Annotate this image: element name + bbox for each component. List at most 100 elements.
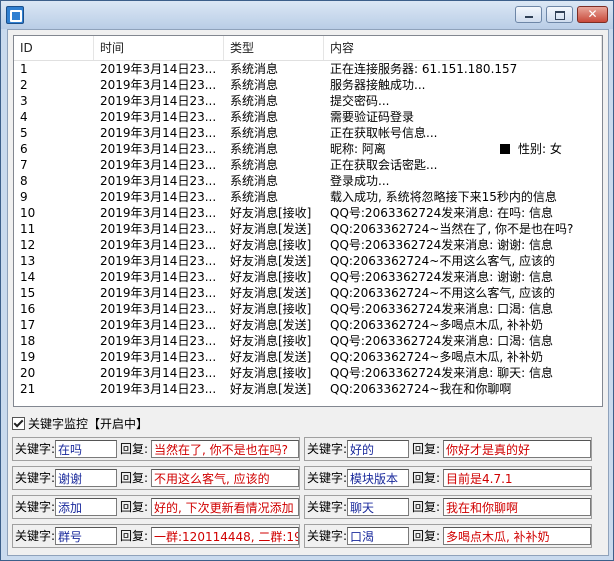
list-row[interactable]: 6 2019年3月14日23... 系统消息 昵称: 阿离 性别: 女 bbox=[14, 141, 602, 157]
cell-content: 服务器接触成功... bbox=[330, 78, 426, 92]
maximize-button[interactable] bbox=[546, 6, 573, 23]
cell-id: 15 bbox=[20, 286, 36, 300]
list-row[interactable]: 20 2019年3月14日23... 好友消息[接收] QQ号:2063362724发… bbox=[14, 365, 602, 381]
cell-id: 14 bbox=[20, 270, 36, 284]
keyword-rule: 关键字: 添加 回复: 好的, 下次更新看情况添加 bbox=[12, 495, 300, 519]
cell-id: 21 bbox=[20, 382, 36, 396]
list-row[interactable]: 2 2019年3月14日23... 系统消息 服务器接触成功... bbox=[14, 77, 602, 93]
square-icon bbox=[500, 144, 510, 154]
list-row[interactable]: 13 2019年3月14日23... 好友消息[发送] QQ:2063362724~不… bbox=[14, 253, 602, 269]
title-bar[interactable]: ✕ bbox=[1, 1, 613, 29]
cell-content: 载入成功, 系统将忽略接下来15秒内的信息 bbox=[330, 190, 557, 204]
keyword-input[interactable]: 模块版本 bbox=[347, 469, 409, 487]
cell-time: 2019年3月14日23... bbox=[100, 350, 217, 364]
keyword-monitor-label: 关键字监控【开启中】 bbox=[28, 417, 149, 431]
client-area: ID 时间 类型 内容 1 2019年3月14日23... 系统消息 正在连接服务器:… bbox=[7, 29, 609, 556]
reply-input[interactable]: 多喝点木瓜, 补补奶 bbox=[443, 527, 591, 545]
list-row[interactable]: 7 2019年3月14日23... 系统消息 正在获取会话密匙... bbox=[14, 157, 602, 173]
column-header-id[interactable]: ID bbox=[14, 36, 94, 60]
cell-time: 2019年3月14日23... bbox=[100, 222, 217, 236]
cell-type: 系统消息 bbox=[230, 110, 279, 124]
cell-content: 正在连接服务器: 61.151.180.157 bbox=[330, 62, 518, 76]
list-row[interactable]: 15 2019年3月14日23... 好友消息[发送] QQ:2063362724~不… bbox=[14, 285, 602, 301]
cell-type: 系统消息 bbox=[230, 142, 279, 156]
cell-type: 系统消息 bbox=[230, 78, 279, 92]
cell-time: 2019年3月14日23... bbox=[100, 382, 217, 396]
list-row[interactable]: 9 2019年3月14日23... 系统消息 载入成功, 系统将忽略接下来15秒内的信… bbox=[14, 189, 602, 205]
keyword-rule: 关键字: 谢谢 回复: 不用这么客气, 应该的 bbox=[12, 466, 300, 490]
cell-id: 2 bbox=[20, 78, 28, 92]
keyword-rule: 关键字: 好的 回复: 你好才是真的好 bbox=[304, 437, 592, 461]
reply-input[interactable]: 不用这么客气, 应该的 bbox=[151, 469, 299, 487]
list-row[interactable]: 1 2019年3月14日23... 系统消息 正在连接服务器: 61.151.180.… bbox=[14, 61, 602, 77]
cell-type: 好友消息[发送] bbox=[230, 254, 312, 268]
keyword-input[interactable]: 口渴 bbox=[347, 527, 409, 545]
cell-id: 17 bbox=[20, 318, 36, 332]
reply-label: 回复: bbox=[412, 500, 441, 514]
reply-input[interactable]: 一群:120114448, 二群:1997 bbox=[151, 527, 299, 545]
cell-time: 2019年3月14日23... bbox=[100, 110, 217, 124]
keyword-input[interactable]: 好的 bbox=[347, 440, 409, 458]
cell-content: 提交密码... bbox=[330, 94, 390, 108]
keyword-label: 关键字: bbox=[15, 529, 56, 543]
cell-time: 2019年3月14日23... bbox=[100, 62, 217, 76]
reply-input[interactable]: 目前是4.7.1 bbox=[443, 469, 591, 487]
keyword-input[interactable]: 在吗 bbox=[55, 440, 117, 458]
list-row[interactable]: 11 2019年3月14日23... 好友消息[发送] QQ:2063362724~当… bbox=[14, 221, 602, 237]
cell-content: QQ号:2063362724发来消息: 口渴: 信息 bbox=[330, 334, 553, 348]
cell-type: 好友消息[发送] bbox=[230, 350, 312, 364]
reply-input[interactable]: 当然在了, 你不是也在吗? bbox=[151, 440, 299, 458]
keyword-monitor-checkbox[interactable] bbox=[12, 417, 25, 430]
cell-time: 2019年3月14日23... bbox=[100, 94, 217, 108]
reply-label: 回复: bbox=[120, 442, 149, 456]
keyword-input[interactable]: 添加 bbox=[55, 498, 117, 516]
cell-time: 2019年3月14日23... bbox=[100, 238, 217, 252]
minimize-button[interactable] bbox=[515, 6, 542, 23]
cell-type: 好友消息[接收] bbox=[230, 206, 312, 220]
reply-input[interactable]: 好的, 下次更新看情况添加 bbox=[151, 498, 299, 516]
cell-type: 系统消息 bbox=[230, 158, 279, 172]
keyword-input[interactable]: 聊天 bbox=[347, 498, 409, 516]
keyword-input[interactable]: 谢谢 bbox=[55, 469, 117, 487]
column-header-type[interactable]: 类型 bbox=[224, 36, 324, 60]
list-row[interactable]: 3 2019年3月14日23... 系统消息 提交密码... bbox=[14, 93, 602, 109]
cell-id: 6 bbox=[20, 142, 28, 156]
close-button[interactable]: ✕ bbox=[577, 6, 608, 23]
list-row[interactable]: 19 2019年3月14日23... 好友消息[发送] QQ:2063362724~多… bbox=[14, 349, 602, 365]
cell-content: 登录成功... bbox=[330, 174, 390, 188]
cell-id: 11 bbox=[20, 222, 36, 236]
cell-id: 16 bbox=[20, 302, 36, 316]
column-header-content[interactable]: 内容 bbox=[324, 36, 602, 60]
list-row[interactable]: 14 2019年3月14日23... 好友消息[接收] QQ号:2063362724发… bbox=[14, 269, 602, 285]
reply-input[interactable]: 你好才是真的好 bbox=[443, 440, 591, 458]
cell-content: QQ号:2063362724发来消息: 谢谢: 信息 bbox=[330, 270, 553, 284]
list-row[interactable]: 18 2019年3月14日23... 好友消息[接收] QQ号:2063362724发… bbox=[14, 333, 602, 349]
message-list[interactable]: ID 时间 类型 内容 1 2019年3月14日23... 系统消息 正在连接服务器:… bbox=[13, 35, 603, 407]
cell-id: 20 bbox=[20, 366, 36, 380]
list-row[interactable]: 21 2019年3月14日23... 好友消息[发送] QQ:2063362724~我… bbox=[14, 381, 602, 397]
cell-id: 10 bbox=[20, 206, 36, 220]
close-icon: ✕ bbox=[587, 7, 598, 21]
list-row[interactable]: 12 2019年3月14日23... 好友消息[接收] QQ号:2063362724发… bbox=[14, 237, 602, 253]
cell-time: 2019年3月14日23... bbox=[100, 286, 217, 300]
keyword-input[interactable]: 群号 bbox=[55, 527, 117, 545]
list-row[interactable]: 4 2019年3月14日23... 系统消息 需要验证码登录 bbox=[14, 109, 602, 125]
cell-content-extra: 性别: 女 bbox=[518, 142, 562, 156]
keyword-rule: 关键字: 口渴 回复: 多喝点木瓜, 补补奶 bbox=[304, 524, 592, 548]
list-row[interactable]: 10 2019年3月14日23... 好友消息[接收] QQ号:2063362724发… bbox=[14, 205, 602, 221]
list-row[interactable]: 5 2019年3月14日23... 系统消息 正在获取帐号信息... bbox=[14, 125, 602, 141]
list-row[interactable]: 17 2019年3月14日23... 好友消息[发送] QQ:2063362724~多… bbox=[14, 317, 602, 333]
reply-label: 回复: bbox=[120, 529, 149, 543]
cell-type: 好友消息[发送] bbox=[230, 382, 312, 396]
cell-time: 2019年3月14日23... bbox=[100, 158, 217, 172]
column-header-time[interactable]: 时间 bbox=[94, 36, 224, 60]
list-row[interactable]: 8 2019年3月14日23... 系统消息 登录成功... bbox=[14, 173, 602, 189]
cell-type: 好友消息[接收] bbox=[230, 334, 312, 348]
list-row[interactable]: 16 2019年3月14日23... 好友消息[接收] QQ号:2063362724发… bbox=[14, 301, 602, 317]
reply-input[interactable]: 我在和你聊啊 bbox=[443, 498, 591, 516]
keyword-label: 关键字: bbox=[15, 500, 56, 514]
cell-content: QQ:2063362724~我在和你聊啊 bbox=[330, 382, 512, 396]
app-window: ✕ ID 时间 类型 内容 1 2019年3月14日23... 系统消息 正在连接服务… bbox=[0, 0, 614, 561]
cell-id: 3 bbox=[20, 94, 28, 108]
cell-time: 2019年3月14日23... bbox=[100, 174, 217, 188]
